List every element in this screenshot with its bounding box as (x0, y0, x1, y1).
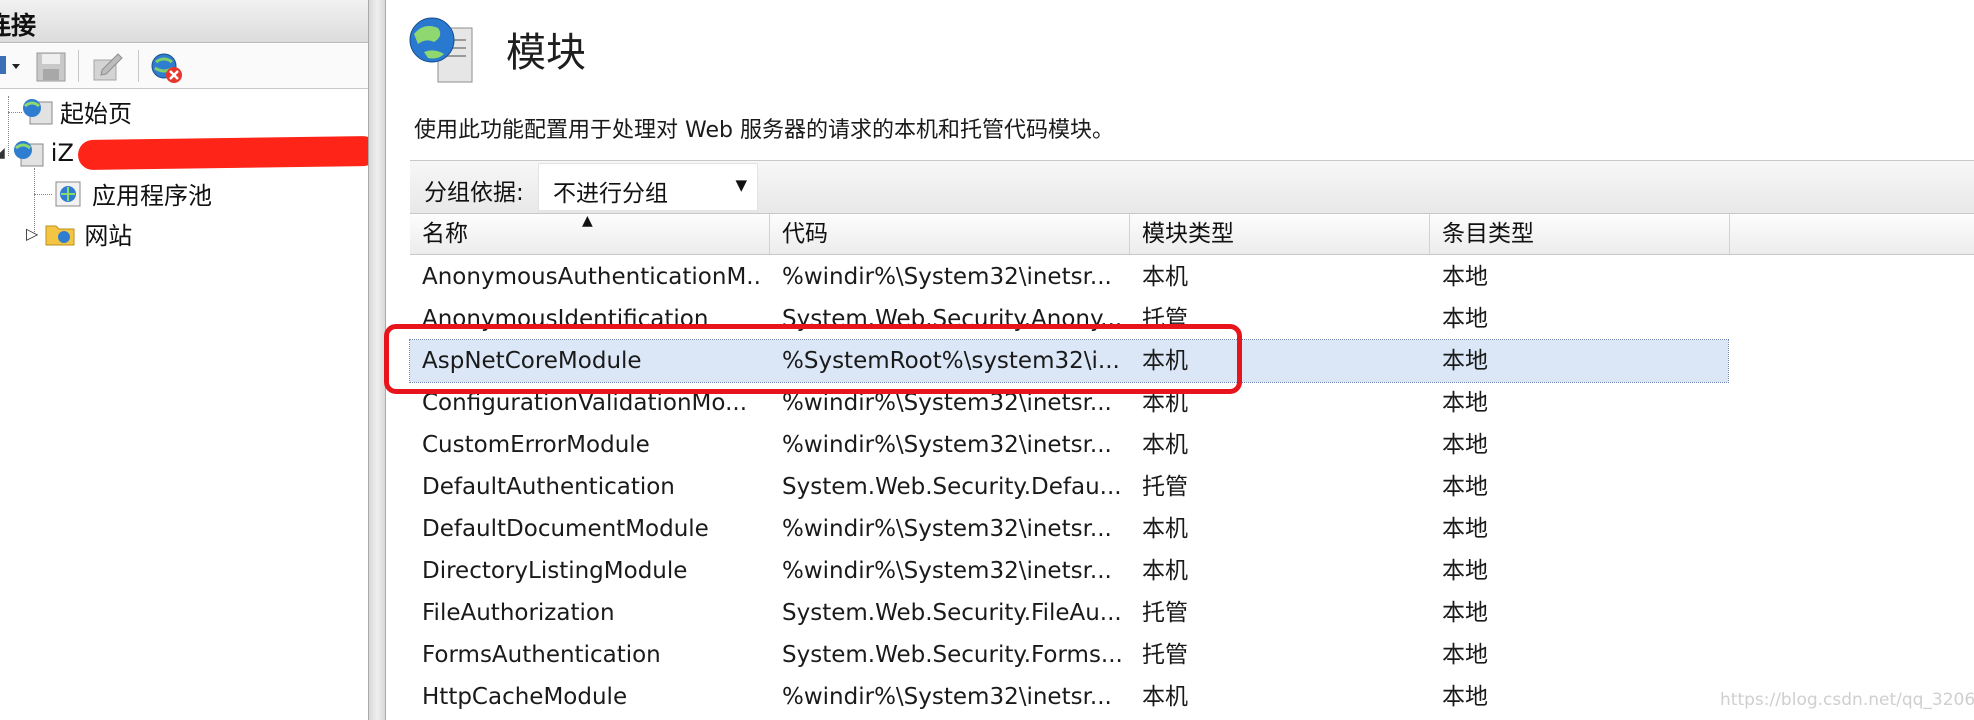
column-header-label: 条目类型 (1442, 221, 1534, 247)
sort-ascending-icon: ▲ (582, 213, 593, 229)
tree-item-label: iZ (50, 139, 74, 167)
table-row[interactable]: FileAuthorization System.Web.Security.Fil… (410, 592, 1728, 634)
cell-module-type: 本机 (1142, 432, 1188, 458)
table-row[interactable]: FormsAuthentication System.Web.Security.F… (410, 634, 1728, 676)
start-page-icon (23, 99, 53, 125)
toolbar-separator (78, 50, 79, 82)
cell-entry-type: 本地 (1442, 348, 1488, 374)
cell-module-type: 托管 (1142, 642, 1188, 668)
cell-module-type: 本机 (1142, 516, 1188, 542)
server-icon (13, 141, 44, 167)
table-row[interactable]: DefaultAuthentication System.Web.Security… (410, 466, 1728, 508)
column-header-entry-type[interactable]: 条目类型 (1430, 214, 1730, 254)
tree-item-label: 应用程序池 (92, 181, 212, 210)
cell-code: %windir%\System32\inetsr... (782, 432, 1112, 458)
cell-name: FileAuthorization (422, 600, 615, 626)
connections-title: 连接 (0, 11, 37, 40)
column-header-label: 名称 (422, 221, 468, 247)
table-row[interactable]: DirectoryListingModule %windir%\System32\… (410, 550, 1728, 592)
cell-entry-type: 本地 (1442, 684, 1488, 710)
save-icon[interactable] (36, 52, 66, 82)
connections-header: 连接 (0, 0, 368, 43)
column-header-label: 代码 (782, 221, 828, 247)
chevron-down-icon: ▼ (735, 176, 747, 194)
column-header-name[interactable]: 名称 ▲ (410, 214, 770, 254)
sites-folder-icon (45, 225, 75, 246)
cell-code: %windir%\System32\inetsr... (782, 264, 1112, 290)
table-header: 名称 ▲ 代码 模块类型 条目类型 (410, 214, 1974, 255)
annotation-highlight-box (384, 324, 1242, 394)
cell-name: AnonymousAuthenticationM... (422, 264, 762, 290)
cell-name: CustomErrorModule (422, 432, 650, 458)
cell-entry-type: 本地 (1442, 432, 1488, 458)
cell-name: HttpCacheModule (422, 684, 628, 710)
cell-entry-type: 本地 (1442, 390, 1488, 416)
table-row[interactable]: CustomErrorModule %windir%\System32\inets… (410, 424, 1728, 466)
cell-entry-type: 本地 (1442, 642, 1488, 668)
app-pools-icon (55, 181, 81, 207)
tree-item-label: 网站 (84, 221, 133, 250)
column-header-label: 模块类型 (1142, 221, 1234, 247)
tree-expander-icon[interactable]: ▷ (26, 224, 38, 243)
column-header-code[interactable]: 代码 (770, 214, 1130, 254)
watermark: https://blog.csdn.net/qq_32065601 (1720, 690, 1974, 710)
tree-item-label: 起始页 (60, 99, 132, 128)
connections-pane: 连接 (0, 0, 379, 720)
page-title: 模块 (506, 30, 586, 76)
cell-name: DefaultDocumentModule (422, 516, 709, 542)
cell-name: DirectoryListingModule (422, 558, 688, 584)
tree-item-server[interactable]: ◢ iZ (0, 136, 74, 170)
tree-item-app-pools[interactable]: 应用程序池 (52, 176, 212, 210)
cell-code: %windir%\System32\inetsr... (782, 684, 1112, 710)
cell-name: FormsAuthentication (422, 642, 661, 668)
cell-module-type: 本机 (1142, 558, 1188, 584)
table-row[interactable]: AnonymousAuthenticationM... %windir%\Syst… (410, 256, 1728, 298)
cell-entry-type: 本地 (1442, 306, 1488, 332)
cell-entry-type: 本地 (1442, 264, 1488, 290)
edit-icon[interactable] (92, 52, 124, 82)
group-by-value: 不进行分组 (553, 181, 668, 207)
feature-description: 使用此功能配置用于处理对 Web 服务器的请求的本机和托管代码模块。 (414, 118, 1114, 143)
cell-code: System.Web.Security.Defau... (782, 474, 1122, 500)
cell-code: %windir%\System32\inetsr... (782, 558, 1112, 584)
group-by-bar: 分组依据: 不进行分组 ▼ (410, 160, 1974, 214)
tree-line (34, 194, 52, 195)
cell-module-type: 托管 (1142, 474, 1188, 500)
tree-item-start-page[interactable]: 起始页 (20, 94, 132, 128)
cell-code: System.Web.Security.FileAu... (782, 600, 1122, 626)
redaction-mark (77, 135, 379, 171)
group-by-select[interactable]: 不进行分组 ▼ (538, 163, 758, 211)
modules-icon (409, 17, 473, 83)
cell-module-type: 本机 (1142, 264, 1188, 290)
cell-entry-type: 本地 (1442, 600, 1488, 626)
cell-entry-type: 本地 (1442, 516, 1488, 542)
toolbar-separator (138, 50, 139, 82)
disconnect-icon[interactable] (150, 52, 184, 84)
cell-entry-type: 本地 (1442, 558, 1488, 584)
tree-expander-icon[interactable]: ◢ (0, 145, 5, 161)
cell-name: DefaultAuthentication (422, 474, 675, 500)
column-header-module-type[interactable]: 模块类型 (1130, 214, 1430, 254)
cell-module-type: 托管 (1142, 600, 1188, 626)
tree-item-sites[interactable]: ▷ 网站 (26, 216, 132, 250)
table-row[interactable]: DefaultDocumentModule %windir%\System32\i… (410, 508, 1728, 550)
cell-code: %windir%\System32\inetsr... (782, 516, 1112, 542)
group-by-label: 分组依据: (424, 180, 524, 206)
cell-code: System.Web.Security.Forms... (782, 642, 1122, 668)
cell-entry-type: 本地 (1442, 474, 1488, 500)
connect-dropdown-icon[interactable] (0, 52, 26, 80)
table-row[interactable]: HttpCacheModule %windir%\System32\inetsr.… (410, 676, 1728, 718)
connections-toolbar (0, 44, 368, 89)
cell-module-type: 本机 (1142, 684, 1188, 710)
